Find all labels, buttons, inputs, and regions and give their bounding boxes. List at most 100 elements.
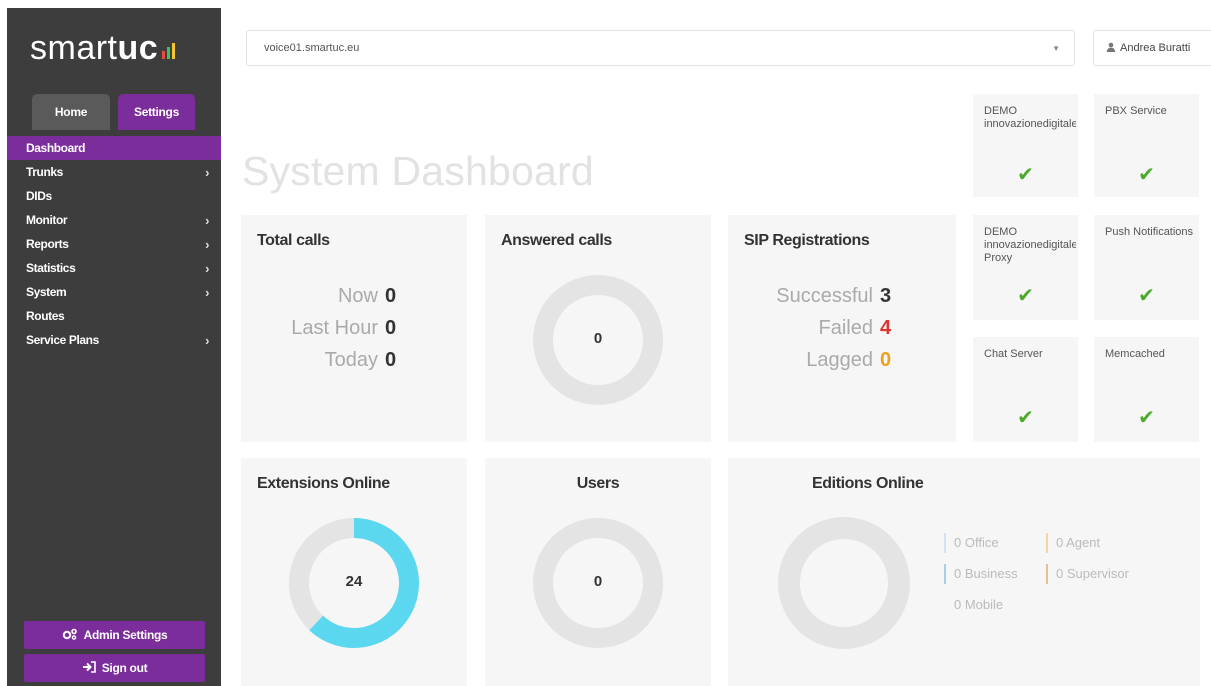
stat-label: Successful: [776, 285, 873, 307]
stat-value: 0: [385, 285, 397, 307]
check-icon: ✔: [1138, 285, 1155, 307]
sidebar-item-label: Dashboard: [26, 141, 86, 155]
service-tile-demo: DEMO innovazionedigitale ✔: [973, 94, 1078, 197]
users-card: Users 0: [485, 458, 711, 686]
legend-office: 0 Office: [944, 533, 999, 553]
stat-row-lagged: Lagged 0: [806, 349, 894, 372]
editions-online-donut: [778, 517, 910, 649]
stat-value: 3: [880, 285, 892, 307]
total-calls-card: Total calls Now 0 Last Hour 0 Today 0: [241, 215, 467, 442]
donut-value: 0: [593, 330, 603, 347]
logo: smartuc: [30, 28, 176, 68]
admin-settings-button[interactable]: Admin Settings: [24, 621, 205, 649]
sidebar-item-label: Service Plans: [26, 333, 99, 347]
sidebar-item-dashboard[interactable]: Dashboard: [7, 136, 221, 160]
app-root: smartuc Home Settings Dashboard Trunks ›…: [0, 0, 1211, 686]
card-title: Answered calls: [501, 232, 612, 249]
sidebar-item-routes[interactable]: Routes: [7, 304, 221, 328]
donut-track: [778, 517, 910, 649]
caret-down-icon: ▼: [1052, 43, 1060, 53]
chevron-right-icon: ›: [205, 260, 209, 276]
service-name: Memcached: [1105, 348, 1165, 360]
user-icon: [1106, 42, 1116, 55]
stat-row-today: Today 0: [325, 349, 399, 372]
legend-business: 0 Business: [944, 564, 1018, 584]
server-select[interactable]: voice01.smartuc.eu ▼: [246, 30, 1075, 66]
stat-label: Lagged: [806, 349, 873, 371]
stat-row-last-hour: Last Hour 0: [291, 317, 399, 340]
sidebar-item-label: Trunks: [26, 165, 63, 179]
sidebar-item-service-plans[interactable]: Service Plans ›: [7, 328, 221, 352]
sidebar-item-label: DIDs: [26, 189, 52, 203]
service-tile-push: Push Notifications ✔: [1094, 215, 1199, 320]
chevron-right-icon: ›: [205, 212, 209, 228]
logo-bars-icon: [162, 43, 176, 59]
sidebar-menu: Dashboard Trunks › DIDs Monitor › Report…: [7, 136, 221, 352]
sidebar-item-label: Reports: [26, 237, 69, 251]
sign-out-button[interactable]: Sign out: [24, 654, 205, 682]
server-select-value: voice01.smartuc.eu: [264, 42, 360, 54]
service-name: Chat Server: [984, 348, 1043, 360]
donut-value: 0: [593, 573, 603, 590]
check-icon: ✔: [1138, 407, 1155, 429]
sidebar-item-reports[interactable]: Reports ›: [7, 232, 221, 256]
service-tile-chat: Chat Server ✔: [973, 337, 1078, 442]
service-tile-demo-proxy: DEMO innovazionedigitale Proxy ✔: [973, 215, 1078, 320]
service-name: PBX Service: [1105, 105, 1167, 117]
stat-value: 0: [385, 317, 397, 339]
service-name: Push Notifications: [1105, 226, 1194, 238]
sidebar-item-label: Monitor: [26, 213, 68, 227]
logo-text: smartuc: [30, 29, 159, 67]
stat-label: Now: [337, 285, 378, 307]
sidebar-item-statistics[interactable]: Statistics ›: [7, 256, 221, 280]
chevron-right-icon: ›: [205, 164, 209, 180]
user-name: Andrea Buratti: [1120, 42, 1191, 54]
sidebar-item-label: System: [26, 285, 67, 299]
cogs-icon: [62, 628, 78, 643]
stat-value: 0: [385, 349, 397, 371]
sign-out-label: Sign out: [101, 661, 148, 675]
check-icon: ✔: [1017, 407, 1034, 429]
tab-home[interactable]: Home: [32, 94, 110, 130]
card-title: SIP Registrations: [744, 232, 870, 249]
sidebar-item-system[interactable]: System ›: [7, 280, 221, 304]
sidebar-item-dids[interactable]: DIDs: [7, 184, 221, 208]
service-name: DEMO innovazionedigitale Proxy: [984, 226, 1076, 264]
sidebar-item-label: Routes: [26, 309, 65, 323]
user-menu-button[interactable]: Andrea Buratti: [1093, 30, 1211, 66]
check-icon: ✔: [1017, 285, 1034, 307]
sidebar-tabs: Home Settings: [32, 94, 195, 130]
sidebar-item-trunks[interactable]: Trunks ›: [7, 160, 221, 184]
card-title: Extensions Online: [257, 475, 390, 492]
stat-label: Last Hour: [291, 317, 378, 339]
card-title: Users: [576, 475, 620, 492]
chevron-right-icon: ›: [205, 284, 209, 300]
stat-label: Failed: [818, 317, 873, 339]
chevron-right-icon: ›: [205, 236, 209, 252]
extensions-online-card: Extensions Online 24: [241, 458, 467, 686]
service-name: DEMO innovazionedigitale: [984, 105, 1076, 130]
page-title: System Dashboard: [242, 148, 594, 194]
stat-row-successful: Successful 3: [776, 285, 894, 308]
admin-settings-label: Admin Settings: [83, 628, 168, 642]
stat-value: 0: [880, 349, 892, 371]
sidebar: smartuc Home Settings Dashboard Trunks ›…: [7, 8, 221, 686]
service-tile-memcached: Memcached ✔: [1094, 337, 1199, 442]
check-icon: ✔: [1138, 164, 1155, 186]
stat-row-failed: Failed 4: [819, 317, 894, 340]
service-tile-pbx: PBX Service ✔: [1094, 94, 1199, 197]
stat-row-now: Now 0: [338, 285, 399, 308]
legend-supervisor: 0 Supervisor: [1046, 564, 1129, 584]
sidebar-item-monitor[interactable]: Monitor ›: [7, 208, 221, 232]
answered-calls-card: Answered calls 0: [485, 215, 711, 442]
sip-registrations-card: SIP Registrations Successful 3 Failed 4 …: [728, 215, 956, 442]
card-title: Total calls: [257, 232, 330, 249]
sidebar-item-label: Statistics: [26, 261, 76, 275]
card-title: Editions Online: [812, 475, 924, 492]
legend-agent: 0 Agent: [1046, 533, 1100, 553]
editions-online-card: Editions Online 0 Office 0 Agent 0 Busin…: [728, 458, 1200, 686]
stat-value: 4: [880, 317, 892, 339]
donut-value: 24: [345, 573, 363, 590]
tab-settings[interactable]: Settings: [118, 94, 195, 130]
stat-label: Today: [324, 349, 378, 371]
